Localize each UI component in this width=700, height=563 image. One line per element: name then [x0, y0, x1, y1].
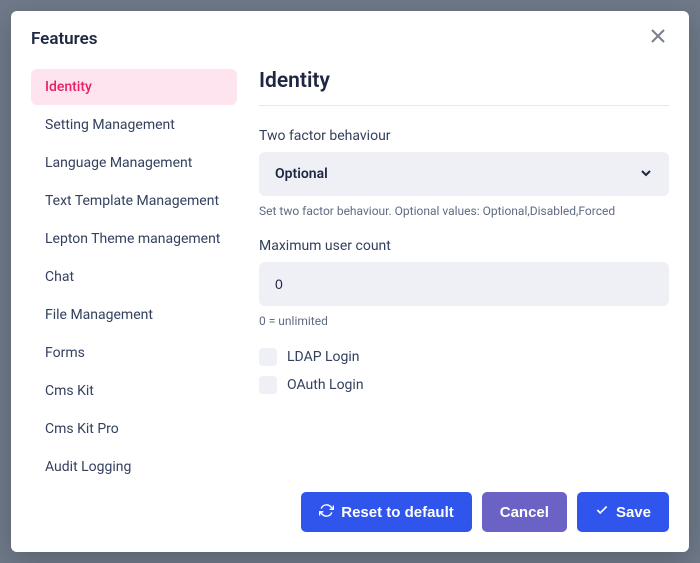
sidebar-item-forms[interactable]: Forms — [31, 335, 237, 371]
ldap-login-checkbox[interactable]: LDAP Login — [259, 348, 669, 366]
sidebar-item-label: Forms — [45, 345, 85, 361]
max-user-label: Maximum user count — [259, 238, 669, 254]
sidebar-item-label: Cms Kit Pro — [45, 421, 119, 437]
refresh-icon — [319, 503, 334, 522]
cancel-label: Cancel — [500, 504, 549, 521]
sidebar-item-chat[interactable]: Chat — [31, 259, 237, 295]
sidebar-item-label: Lepton Theme management — [45, 231, 220, 247]
reset-to-default-button[interactable]: Reset to default — [301, 492, 472, 532]
close-button[interactable] — [649, 27, 669, 47]
sidebar-item-label: Text Template Management — [45, 193, 219, 209]
two-factor-field: Two factor behaviour Optional Set two fa… — [259, 128, 669, 218]
sidebar: Identity Setting Management Language Man… — [31, 69, 237, 476]
ldap-login-label: LDAP Login — [287, 349, 360, 365]
sidebar-item-label: Chat — [45, 269, 74, 285]
check-icon — [595, 503, 609, 521]
max-user-field: Maximum user count 0 = unlimited — [259, 238, 669, 328]
sidebar-item-setting-management[interactable]: Setting Management — [31, 107, 237, 143]
modal-body: Identity Setting Management Language Man… — [11, 49, 689, 476]
max-user-help: 0 = unlimited — [259, 314, 669, 328]
features-modal: Features Identity Setting Management Lan… — [11, 11, 689, 552]
checkbox-icon — [259, 376, 277, 394]
oauth-login-checkbox[interactable]: OAuth Login — [259, 376, 669, 394]
sidebar-item-label: Setting Management — [45, 117, 175, 133]
checkbox-icon — [259, 348, 277, 366]
sidebar-item-cms-kit[interactable]: Cms Kit — [31, 373, 237, 409]
sidebar-item-label: Cms Kit — [45, 383, 94, 399]
sidebar-item-audit-logging[interactable]: Audit Logging — [31, 449, 237, 476]
page-title: Identity — [259, 69, 669, 106]
sidebar-item-text-template-management[interactable]: Text Template Management — [31, 183, 237, 219]
cancel-button[interactable]: Cancel — [482, 492, 567, 532]
sidebar-item-identity[interactable]: Identity — [31, 69, 237, 105]
two-factor-value: Optional — [275, 166, 639, 182]
close-icon — [649, 30, 667, 49]
content-panel: Identity Two factor behaviour Optional S… — [237, 69, 669, 476]
max-user-input-wrap — [259, 262, 669, 306]
modal-title: Features — [31, 29, 98, 49]
sidebar-item-cms-kit-pro[interactable]: Cms Kit Pro — [31, 411, 237, 447]
max-user-input[interactable] — [275, 276, 653, 292]
sidebar-item-file-management[interactable]: File Management — [31, 297, 237, 333]
sidebar-item-label: File Management — [45, 307, 153, 323]
two-factor-label: Two factor behaviour — [259, 128, 669, 144]
save-button[interactable]: Save — [577, 492, 669, 532]
chevron-down-icon — [639, 165, 653, 184]
sidebar-item-label: Language Management — [45, 155, 192, 171]
sidebar-item-language-management[interactable]: Language Management — [31, 145, 237, 181]
two-factor-select[interactable]: Optional — [259, 152, 669, 196]
modal-footer: Reset to default Cancel Save — [11, 476, 689, 552]
save-label: Save — [616, 504, 651, 521]
oauth-login-label: OAuth Login — [287, 377, 364, 393]
two-factor-help: Set two factor behaviour. Optional value… — [259, 204, 669, 218]
modal-header: Features — [11, 11, 689, 49]
sidebar-item-label: Audit Logging — [45, 459, 131, 475]
sidebar-item-lepton-theme-management[interactable]: Lepton Theme management — [31, 221, 237, 257]
sidebar-item-label: Identity — [45, 79, 92, 95]
reset-label: Reset to default — [341, 504, 454, 521]
